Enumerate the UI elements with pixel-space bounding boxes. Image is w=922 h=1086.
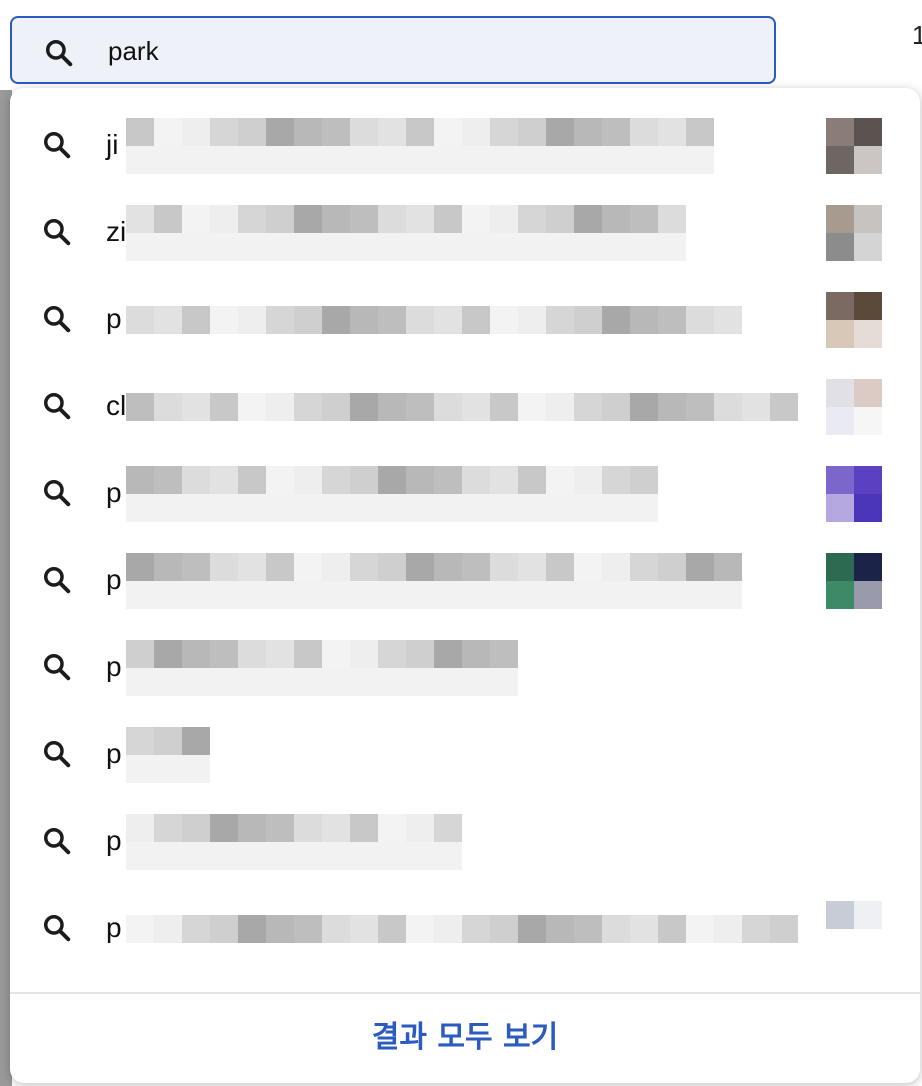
suggestion-text: cl: [106, 390, 127, 421]
suggestion-text: p: [106, 564, 122, 595]
search-icon: [44, 306, 71, 333]
search-icon: [44, 393, 71, 420]
search-icon: [44, 480, 71, 507]
suggestion-item[interactable]: p: [10, 798, 920, 884]
search-input[interactable]: [108, 34, 748, 68]
suggestion-item[interactable]: ji: [10, 102, 920, 188]
search-icon: [44, 654, 71, 681]
suggestion-item[interactable]: p: [10, 885, 920, 971]
suggestion-text: p: [106, 912, 122, 943]
suggestion-item[interactable]: p: [10, 711, 920, 797]
search-icon: [44, 828, 71, 855]
search-icon: [44, 132, 71, 159]
suggestion-text: p: [106, 477, 122, 508]
suggestion-text: p: [106, 651, 122, 682]
suggestion-text: p: [106, 738, 122, 769]
search-icon: [44, 219, 71, 246]
suggestion-text: zi: [106, 216, 127, 247]
suggestion-item[interactable]: p: [10, 537, 920, 623]
suggestion-item[interactable]: zi: [10, 189, 920, 275]
suggestion-dropdown: 결과 모두 보기 ji zi p cl p p p p p p: [10, 88, 920, 1083]
suggestion-item[interactable]: cl: [10, 363, 920, 449]
search-bar[interactable]: [10, 16, 776, 84]
suggestion-text: ji: [106, 129, 119, 160]
suggestion-text: p: [106, 825, 122, 856]
background-fragment: 1: [912, 20, 922, 50]
suggestion-item[interactable]: p: [10, 624, 920, 710]
search-icon: [44, 741, 71, 768]
search-icon: [44, 915, 71, 942]
suggestion-item[interactable]: p: [10, 276, 920, 362]
search-icon: [46, 40, 73, 67]
search-icon: [44, 567, 71, 594]
see-all-results-button[interactable]: 결과 모두 보기: [10, 1008, 920, 1068]
divider: [10, 992, 920, 994]
suggestion-text: p: [106, 303, 122, 334]
suggestion-item[interactable]: p: [10, 450, 920, 536]
